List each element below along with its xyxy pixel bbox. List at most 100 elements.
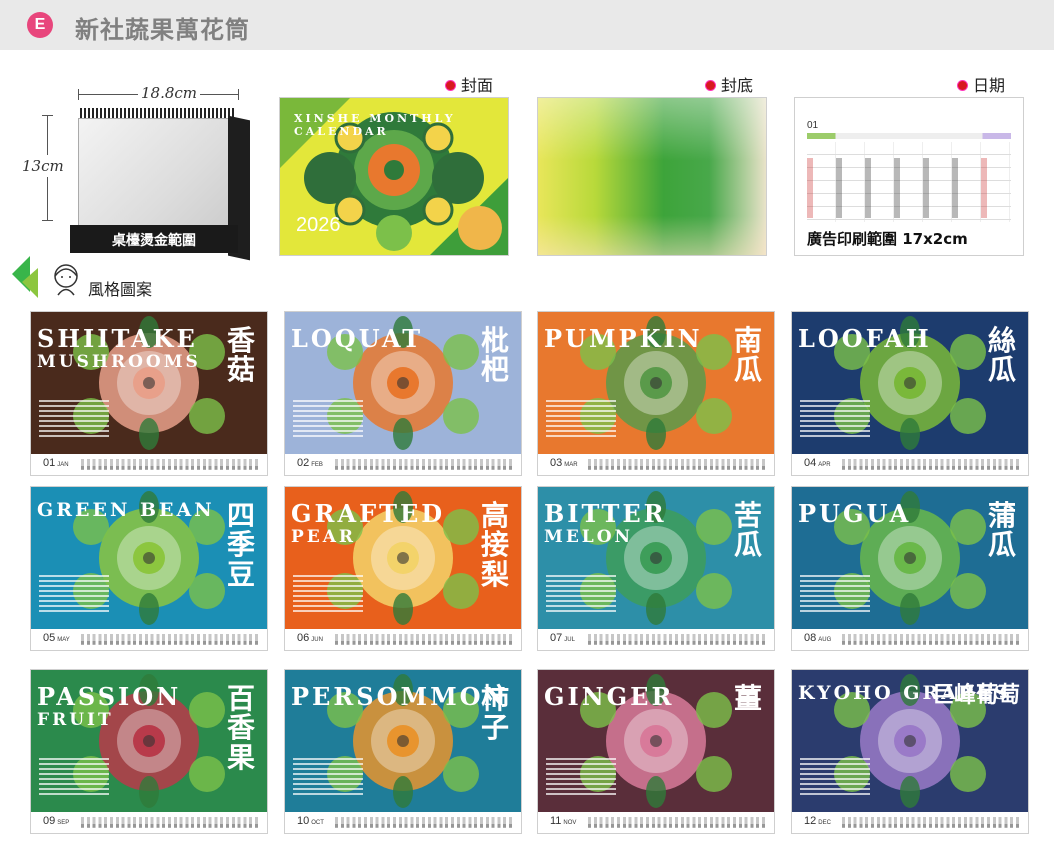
month-card: SHIITAKE MUSHROOMS 香菇 01 JAN: [30, 311, 268, 476]
description-text: [293, 400, 363, 440]
weekday-header: [807, 133, 1011, 139]
english-title: GINGER: [544, 682, 675, 711]
chinese-title: 苦瓜: [734, 499, 763, 562]
month-number: 08 AUG: [804, 632, 832, 644]
month-artwork: SHIITAKE MUSHROOMS 香菇: [31, 312, 267, 454]
chinese-title: 南瓜: [734, 324, 763, 387]
description-text: [39, 758, 109, 798]
date-row: [335, 466, 515, 470]
date-month: 01: [807, 120, 819, 131]
girl-icon: [54, 264, 78, 296]
english-subtitle: PEAR: [291, 527, 357, 547]
english-title: BITTER: [544, 499, 667, 528]
month-footer: 07 JUL: [538, 629, 774, 650]
chinese-title: 百香果: [227, 682, 256, 774]
leaf-icon: [12, 256, 38, 298]
date-row: [842, 466, 1022, 470]
page-title: 新社蔬果萬花筒: [75, 16, 250, 44]
description-text: [546, 400, 616, 440]
month-artwork: PASSION FRUIT 百香果: [31, 670, 267, 812]
month-artwork: GRAFTED PEAR 高接梨: [285, 487, 521, 629]
cover-title: XINSHE MONTHLY CALENDAR: [294, 112, 456, 138]
back-thumbnail: [537, 97, 767, 256]
chinese-title: 絲瓜: [988, 324, 1017, 387]
month-footer: 11 NOV: [538, 812, 774, 833]
description-text: [800, 758, 870, 798]
bullet-icon: [958, 81, 967, 90]
date-row: [335, 641, 515, 645]
description-text: [546, 575, 616, 615]
month-card: PASSION FRUIT 百香果 09 SEP: [30, 669, 268, 834]
section-badge: E: [27, 12, 53, 38]
month-footer: 03 MAR: [538, 454, 774, 475]
date-row: [81, 824, 261, 828]
month-artwork: LOOFAH 絲瓜: [792, 312, 1028, 454]
month-artwork: GINGER 薑: [538, 670, 774, 812]
month-card: GINGER 薑 11 NOV: [537, 669, 775, 834]
month-artwork: PERSOMMON 柿子: [285, 670, 521, 812]
cover-label: 封面: [446, 72, 493, 96]
cover-year: 2026: [296, 214, 341, 236]
cover-thumbnail: XINSHE MONTHLY CALENDAR 2026: [279, 97, 509, 256]
month-number: 12 DEC: [804, 815, 831, 827]
english-subtitle: FRUIT: [37, 710, 114, 730]
date-row: [842, 824, 1022, 828]
date-row: [335, 824, 515, 828]
month-card: LOQUAT 枇杷 02 FEB: [284, 311, 522, 476]
month-card: GRAFTED PEAR 高接梨 06 JUN: [284, 486, 522, 651]
month-artwork: BITTER MELON 苦瓜: [538, 487, 774, 629]
date-thumbnail: 01 廣告印刷範圍 17x2cm: [794, 97, 1024, 256]
english-title: PERSOMMON: [291, 682, 509, 711]
month-footer: 02 FEB: [285, 454, 521, 475]
date-label: 日期: [958, 72, 1005, 96]
date-row: [588, 641, 768, 645]
english-title: LOQUAT: [291, 324, 424, 353]
english-title: PUMPKIN: [544, 324, 703, 353]
bullet-icon: [706, 81, 715, 90]
month-artwork: GREEN BEAN 四季豆: [31, 487, 267, 629]
month-footer: 05 MAY: [31, 629, 267, 650]
chinese-title: 薑: [734, 682, 763, 715]
month-number: 10 OCT: [297, 815, 324, 827]
month-number: 05 MAY: [43, 632, 70, 644]
description-text: [800, 575, 870, 615]
chinese-title: 蒲瓜: [988, 499, 1017, 562]
date-row: [842, 641, 1022, 645]
description-text: [39, 575, 109, 615]
bullet-icon: [446, 81, 455, 90]
english-title: SHIITAKE: [37, 324, 198, 353]
chinese-title: 四季豆: [227, 499, 256, 591]
header-bar: E 新社蔬果萬花筒: [0, 0, 1054, 50]
month-number: 03 MAR: [550, 457, 578, 469]
month-artwork: PUMPKIN 南瓜: [538, 312, 774, 454]
chinese-title: 枇杷: [481, 324, 510, 387]
date-row: [588, 824, 768, 828]
date-row: [588, 466, 768, 470]
month-footer: 04 APR: [792, 454, 1028, 475]
spiral-binding: [80, 108, 234, 118]
month-footer: 06 JUN: [285, 629, 521, 650]
month-number: 06 JUN: [297, 632, 323, 644]
description-text: [800, 400, 870, 440]
imprint-label: 桌檯燙金範圍: [112, 233, 196, 249]
description-text: [39, 400, 109, 440]
month-number: 01 JAN: [43, 457, 69, 469]
chinese-title: 柿子: [481, 682, 510, 745]
month-card: PERSOMMON 柿子 10 OCT: [284, 669, 522, 834]
month-footer: 08 AUG: [792, 629, 1028, 650]
description-text: [546, 758, 616, 798]
english-title: PUGUA: [798, 499, 912, 528]
month-artwork: PUGUA 蒲瓜: [792, 487, 1028, 629]
month-number: 02 FEB: [297, 457, 323, 469]
description-text: [293, 575, 363, 615]
ad-area-label: 廣告印刷範圍 17x2cm: [807, 230, 968, 248]
date-row: [81, 466, 261, 470]
month-artwork: KYOHO GRAPES 巨峰葡萄: [792, 670, 1028, 812]
month-card: PUMPKIN 南瓜 03 MAR: [537, 311, 775, 476]
month-card: PUGUA 蒲瓜 08 AUG: [791, 486, 1029, 651]
english-subtitle: MUSHROOMS: [37, 352, 201, 372]
month-footer: 10 OCT: [285, 812, 521, 833]
month-artwork: LOQUAT 枇杷: [285, 312, 521, 454]
english-title: PASSION: [37, 682, 182, 711]
description-text: [293, 758, 363, 798]
